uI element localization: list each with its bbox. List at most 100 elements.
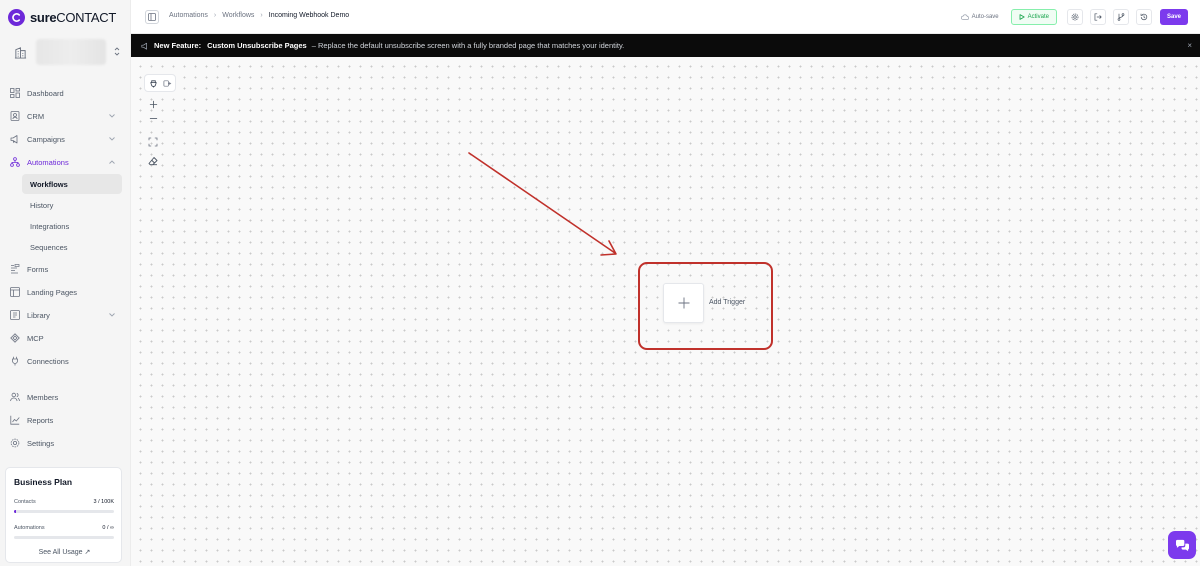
sidebar-item-forms[interactable]: Forms bbox=[4, 259, 122, 279]
contacts-icon bbox=[9, 110, 21, 122]
sidebar-item-connections[interactable]: Connections bbox=[4, 351, 122, 371]
automations-usage-bar bbox=[14, 536, 114, 539]
chevron-right-icon: › bbox=[260, 12, 263, 19]
contacts-usage-label: Contacts bbox=[14, 499, 36, 505]
brand-logo[interactable]: sureCONTACT bbox=[8, 8, 116, 26]
versions-button[interactable] bbox=[1112, 8, 1129, 25]
automations-usage-value: 0 / ∞ bbox=[102, 525, 114, 531]
export-button[interactable] bbox=[1089, 8, 1106, 25]
add-trigger-label[interactable]: Add Trigger bbox=[709, 299, 745, 306]
sidebar-item-reports[interactable]: Reports bbox=[4, 410, 122, 430]
sidebar-item-label: Automations bbox=[27, 157, 69, 167]
sidebar-item-label: Library bbox=[27, 310, 50, 320]
main-nav: Dashboard CRM Campaigns Automations Work… bbox=[4, 83, 122, 453]
plan-usage-card: Business Plan Contacts 3 / 100K Automati… bbox=[5, 467, 122, 563]
sidebar: sureCONTACT Dashboard CRM Campaigns Auto… bbox=[0, 0, 131, 566]
sidebar-item-label: Reports bbox=[27, 415, 54, 425]
breadcrumb: Automations › Workflows › Incoming Webho… bbox=[169, 12, 349, 19]
autosave-toggle[interactable]: Auto-save bbox=[960, 13, 999, 20]
sidebar-item-landing-pages[interactable]: Landing Pages bbox=[4, 282, 122, 302]
activate-button[interactable]: Activate bbox=[1010, 8, 1057, 25]
sidebar-subitem-history[interactable]: History bbox=[4, 195, 122, 215]
mcp-icon bbox=[9, 332, 21, 344]
autosave-label: Auto-save bbox=[971, 13, 999, 20]
members-icon bbox=[9, 391, 21, 403]
sidebar-item-label: Settings bbox=[27, 438, 55, 448]
sidebar-subitem-workflows[interactable]: Workflows bbox=[22, 174, 122, 194]
activate-label: Activate bbox=[1027, 13, 1049, 20]
save-button[interactable]: Save bbox=[1159, 8, 1188, 25]
chevron-right-icon: › bbox=[213, 12, 217, 19]
see-all-usage-link[interactable]: See All Usage ↗ bbox=[6, 548, 123, 556]
add-trigger-button[interactable] bbox=[663, 283, 704, 323]
chevron-down-icon bbox=[108, 311, 116, 319]
sidebar-item-label: Dashboard bbox=[27, 88, 64, 98]
sidebar-item-label: Connections bbox=[27, 356, 69, 366]
sidebar-item-label: Forms bbox=[27, 264, 49, 274]
sidebar-item-mcp[interactable]: MCP bbox=[4, 328, 122, 348]
sidebar-item-settings[interactable]: Settings bbox=[4, 433, 122, 453]
sidebar-item-label: CRM bbox=[27, 111, 45, 121]
play-icon bbox=[1019, 13, 1025, 20]
sidebar-toggle-icon bbox=[148, 13, 156, 21]
sidebar-subitem-integrations[interactable]: Integrations bbox=[4, 216, 122, 236]
history-button[interactable] bbox=[1135, 8, 1152, 25]
sidebar-item-automations[interactable]: Automations bbox=[4, 152, 122, 172]
automations-usage-row: Automations 0 / ∞ bbox=[14, 525, 114, 531]
contacts-usage-fill bbox=[14, 510, 16, 513]
dashboard-icon bbox=[9, 87, 21, 99]
plus-icon bbox=[678, 297, 689, 309]
automations-usage-label: Automations bbox=[14, 525, 45, 531]
chevron-updown-icon bbox=[114, 46, 120, 58]
surecontact-logo-icon bbox=[8, 8, 25, 26]
gear-icon bbox=[9, 437, 21, 449]
plan-title: Business Plan bbox=[14, 477, 73, 487]
gear-icon bbox=[1071, 13, 1079, 20]
brand-name: sureCONTACT bbox=[30, 9, 117, 25]
sidebar-item-label: MCP bbox=[27, 333, 44, 343]
megaphone-icon bbox=[141, 42, 149, 50]
automation-icon bbox=[9, 156, 21, 168]
contacts-usage-bar bbox=[14, 510, 114, 513]
sidebar-item-dashboard[interactable]: Dashboard bbox=[4, 83, 122, 103]
breadcrumb-automations[interactable]: Automations bbox=[169, 12, 208, 19]
banner-label: New Feature: bbox=[154, 41, 202, 50]
toggle-sidebar-button[interactable] bbox=[145, 10, 159, 24]
sidebar-item-library[interactable]: Library bbox=[4, 305, 122, 325]
chart-icon bbox=[9, 414, 21, 426]
chevron-down-icon bbox=[108, 112, 116, 120]
exit-icon bbox=[1094, 12, 1102, 21]
plug-icon bbox=[9, 355, 21, 367]
breadcrumb-current-workflow: Incoming Webhook Demo bbox=[268, 12, 350, 19]
sidebar-item-campaigns[interactable]: Campaigns bbox=[4, 129, 122, 149]
chevron-up-icon bbox=[108, 158, 116, 166]
sidebar-item-label: Members bbox=[27, 392, 59, 402]
chevron-down-icon bbox=[108, 135, 116, 143]
landing-page-icon bbox=[9, 286, 21, 298]
sidebar-subitem-sequences[interactable]: Sequences bbox=[4, 237, 122, 257]
workspace-switcher[interactable] bbox=[8, 37, 124, 67]
workflow-canvas[interactable]: Add Trigger bbox=[131, 57, 1200, 566]
sidebar-item-label: Landing Pages bbox=[27, 287, 78, 297]
contacts-usage-value: 3 / 100K bbox=[93, 499, 115, 505]
megaphone-icon bbox=[9, 133, 21, 145]
sidebar-item-label: Campaigns bbox=[27, 134, 65, 144]
workspace-name-redacted bbox=[36, 39, 106, 65]
sidebar-item-crm[interactable]: CRM bbox=[4, 106, 122, 126]
chat-icon bbox=[1175, 539, 1189, 551]
building-icon bbox=[12, 44, 28, 60]
trigger-highlight-box bbox=[638, 262, 773, 350]
library-icon bbox=[9, 309, 21, 321]
banner-close-button[interactable]: × bbox=[1187, 41, 1192, 50]
support-chat-button[interactable] bbox=[1168, 531, 1196, 559]
forms-icon bbox=[9, 263, 21, 275]
banner-text: – Replace the default unsubscribe screen… bbox=[311, 41, 625, 50]
banner-title[interactable]: Custom Unsubscribe Pages bbox=[207, 41, 307, 50]
sidebar-item-members[interactable]: Members bbox=[4, 387, 122, 407]
history-icon bbox=[1140, 13, 1148, 20]
top-bar: Automations › Workflows › Incoming Webho… bbox=[131, 0, 1200, 34]
settings-button[interactable] bbox=[1066, 8, 1083, 25]
cloud-icon bbox=[960, 13, 969, 20]
header-actions: Auto-save Activate Save bbox=[960, 8, 1188, 25]
breadcrumb-workflows[interactable]: Workflows bbox=[222, 12, 254, 19]
